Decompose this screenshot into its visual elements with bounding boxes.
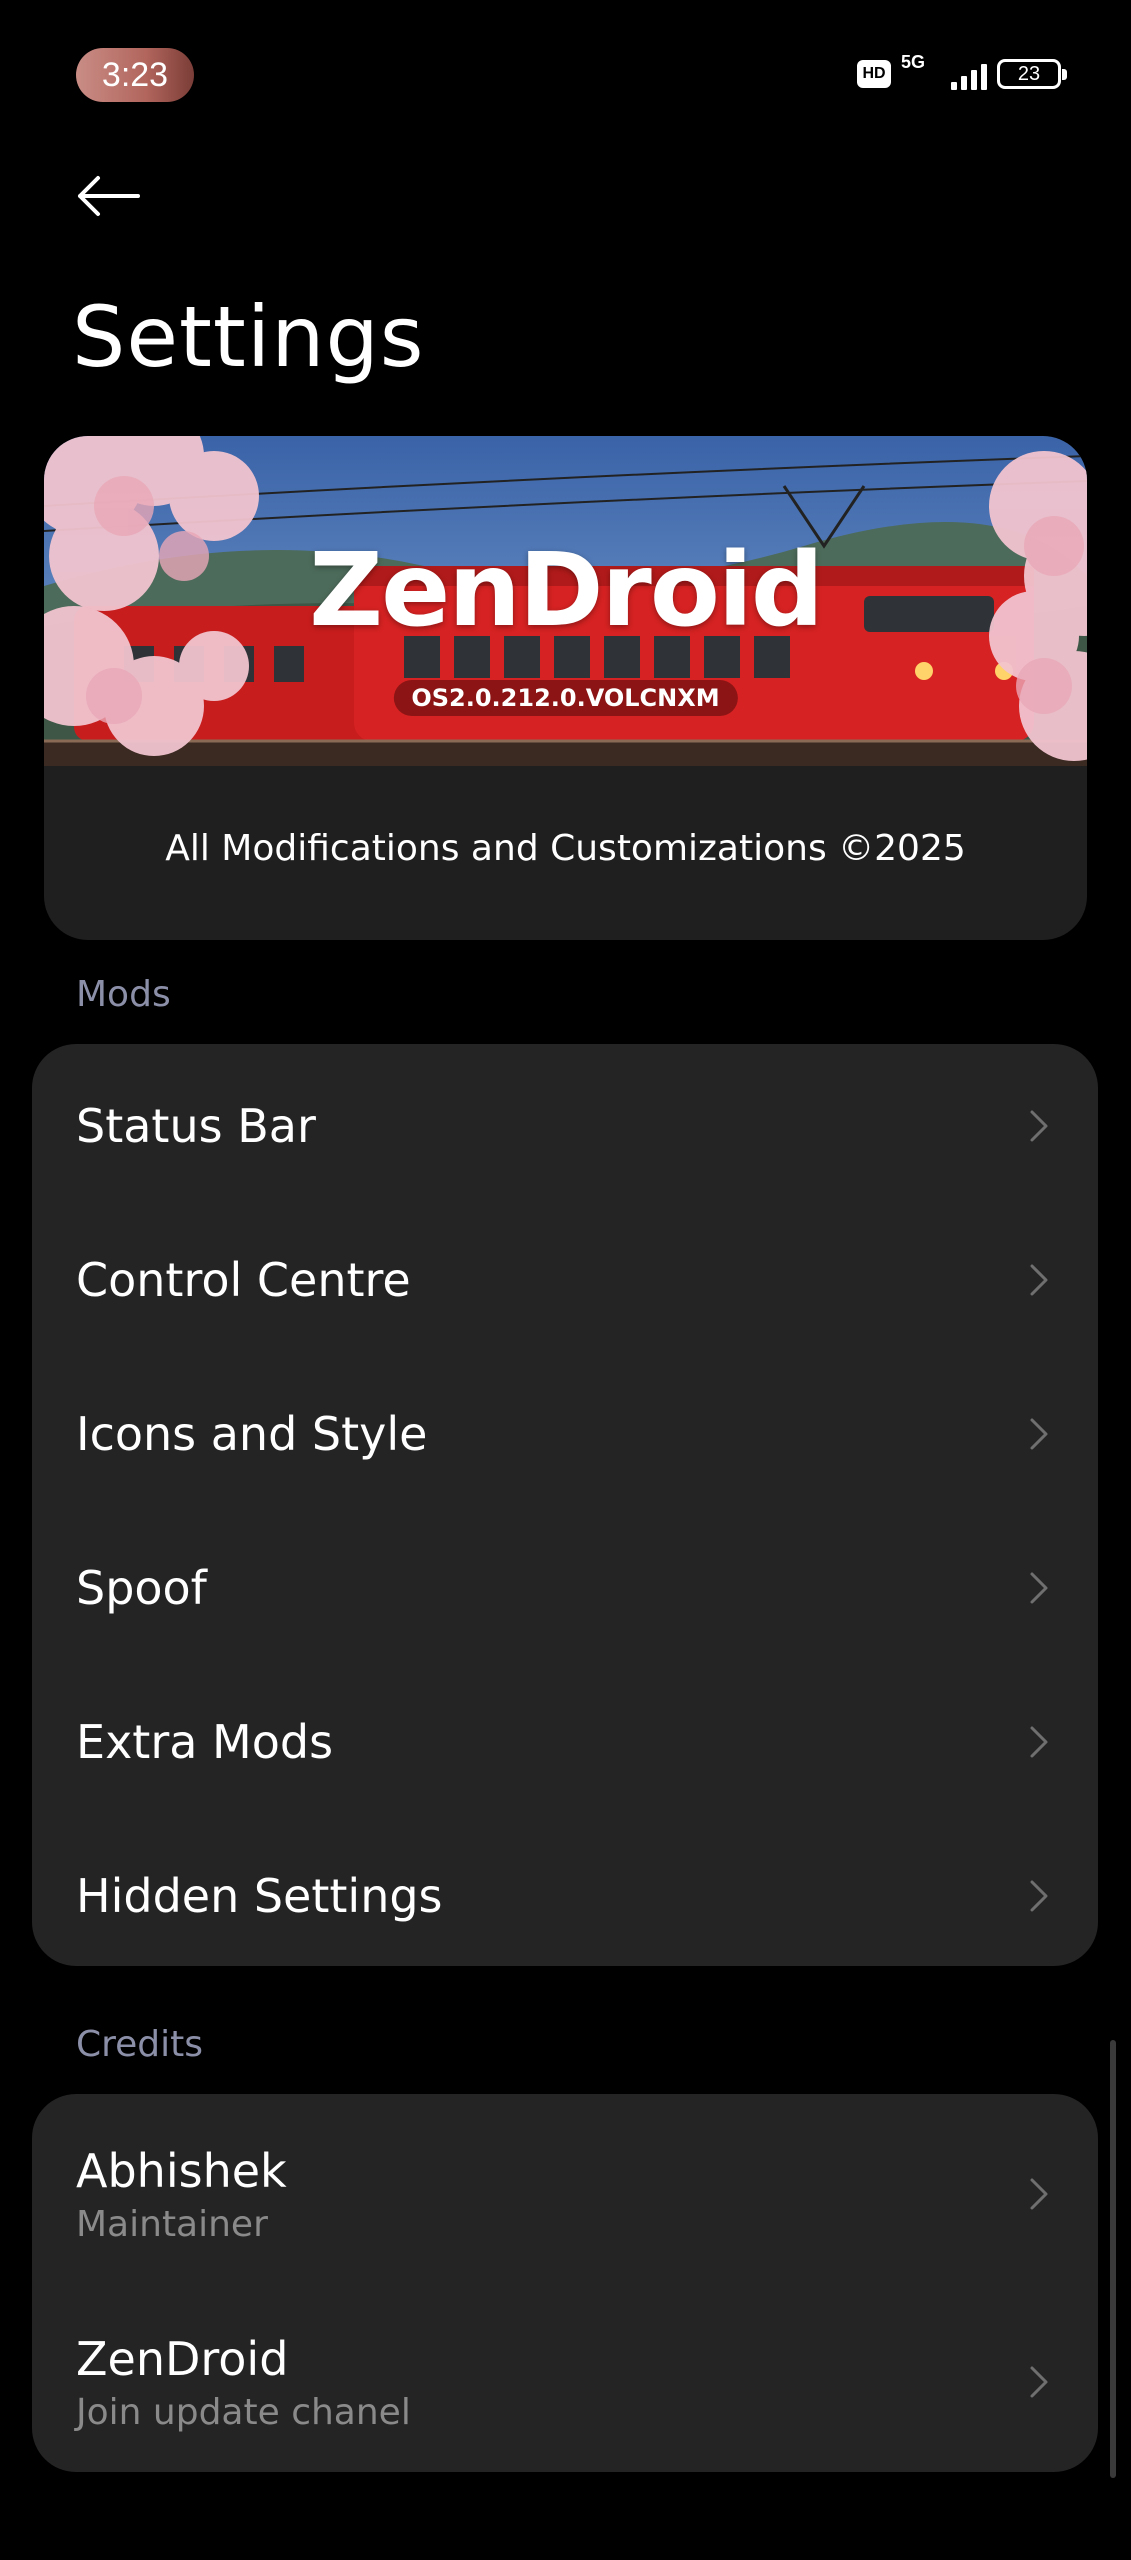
banner-card: ZenDroid OS2.0.212.0.VOLCNXM All Modific… (44, 436, 1087, 940)
status-icons: HD 5G 23 (857, 52, 1067, 96)
chevron-right-icon (1030, 1572, 1048, 1604)
row-sublabel: Join update chanel (76, 2391, 411, 2433)
row-label: Control Centre (76, 1253, 411, 1307)
scrollbar[interactable] (1110, 2040, 1116, 2478)
mods-card: Status Bar Control Centre Icons and Styl… (32, 1044, 1098, 1966)
status-time: 3:23 (76, 48, 194, 102)
section-label-credits: Credits (76, 2024, 204, 2065)
back-button[interactable] (72, 160, 144, 232)
banner-caption: All Modifications and Customizations ©20… (165, 828, 966, 869)
row-icons-and-style[interactable]: Icons and Style (32, 1357, 1098, 1511)
network-type: 5G (901, 52, 926, 72)
row-hidden-settings[interactable]: Hidden Settings (32, 1819, 1098, 1973)
page-title: Settings (72, 288, 425, 386)
row-label: Hidden Settings (76, 1869, 443, 1923)
chevron-right-icon (1030, 2178, 1048, 2210)
row-credit-abhishek[interactable]: Abhishek Maintainer (32, 2100, 1098, 2288)
chevron-right-icon (1030, 1880, 1048, 1912)
section-label-mods: Mods (76, 974, 171, 1015)
back-arrow-icon (78, 176, 140, 216)
row-label: Spoof (76, 1561, 207, 1615)
row-label: Extra Mods (76, 1715, 334, 1769)
chevron-right-icon (1030, 2366, 1048, 2398)
row-label: Abhishek (76, 2143, 287, 2198)
banner-image: ZenDroid OS2.0.212.0.VOLCNXM (44, 436, 1087, 766)
row-label: ZenDroid (76, 2331, 289, 2386)
chevron-right-icon (1030, 1264, 1048, 1296)
chevron-right-icon (1030, 1110, 1048, 1142)
chevron-right-icon (1030, 1418, 1048, 1450)
row-extra-mods[interactable]: Extra Mods (32, 1665, 1098, 1819)
row-spoof[interactable]: Spoof (32, 1511, 1098, 1665)
version-tag: OS2.0.212.0.VOLCNXM (393, 680, 738, 716)
status-bar: 3:23 HD 5G 23 (0, 0, 1131, 150)
row-sublabel: Maintainer (76, 2203, 268, 2245)
hd-icon: HD (857, 60, 891, 88)
battery-icon: 23 (997, 59, 1067, 89)
row-status-bar[interactable]: Status Bar (32, 1049, 1098, 1203)
credits-card: Abhishek Maintainer ZenDroid Join update… (32, 2094, 1098, 2472)
row-label: Status Bar (76, 1099, 316, 1153)
row-control-centre[interactable]: Control Centre (32, 1203, 1098, 1357)
chevron-right-icon (1030, 1726, 1048, 1758)
brand-logo: ZenDroid (309, 531, 824, 650)
row-label: Icons and Style (76, 1407, 428, 1461)
signal-icon: 5G (901, 52, 987, 94)
row-credit-zendroid[interactable]: ZenDroid Join update chanel (32, 2288, 1098, 2476)
battery-level: 23 (1017, 63, 1041, 85)
